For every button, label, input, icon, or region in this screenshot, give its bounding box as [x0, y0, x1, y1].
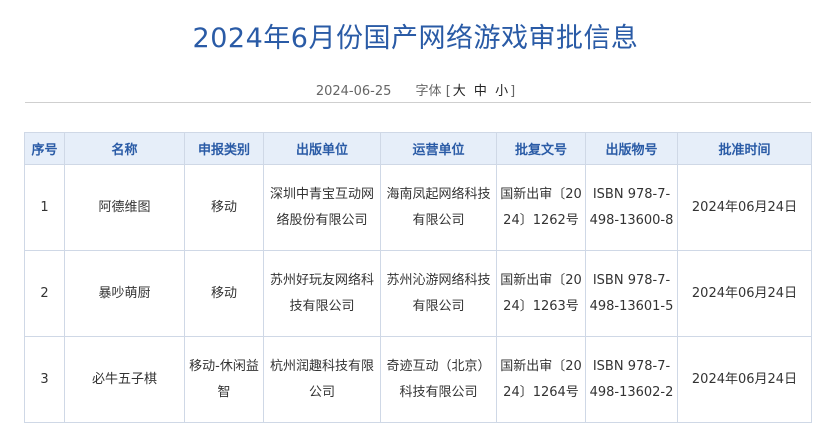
font-size-large-button[interactable]: 大	[451, 84, 468, 99]
header-category: 申报类别	[184, 132, 264, 165]
header-operator: 运营单位	[380, 132, 497, 165]
cell-approval-date: 2024年06月24日	[677, 250, 812, 337]
divider	[25, 102, 811, 103]
cell-name: 暴吵萌厨	[64, 250, 185, 337]
table-row: 1 阿德维图 移动 深圳中青宝互动网络股份有限公司 海南凤起网络科技有限公司 国…	[24, 164, 812, 251]
cell-category: 移动	[184, 164, 264, 251]
header-index: 序号	[24, 132, 65, 165]
cell-approval-number: 国新出审〔2024〕1262号	[496, 164, 586, 251]
cell-publisher: 杭州润趣科技有限公司	[263, 336, 381, 423]
table-header-row: 序号 名称 申报类别 出版单位 运营单位 批复文号 出版物号 批准时间	[24, 132, 812, 165]
page: 2024年6月份国产网络游戏审批信息 2024-06-25 字体 [大 中 小]…	[0, 0, 831, 429]
cell-operator: 奇迹互动（北京）科技有限公司	[380, 336, 497, 423]
approval-table: 序号 名称 申报类别 出版单位 运营单位 批复文号 出版物号 批准时间 1 阿德…	[24, 132, 812, 423]
article-meta: 2024-06-25 字体 [大 中 小]	[0, 80, 831, 99]
font-size-medium-button[interactable]: 中	[472, 84, 489, 99]
cell-operator: 海南凤起网络科技有限公司	[380, 164, 497, 251]
page-title: 2024年6月份国产网络游戏审批信息	[192, 23, 639, 54]
header-publisher: 出版单位	[263, 132, 381, 165]
cell-approval-number: 国新出审〔2024〕1264号	[496, 336, 586, 423]
cell-index: 3	[24, 336, 65, 423]
header-name: 名称	[64, 132, 185, 165]
cell-isbn: ISBN 978-7-498-13600-8	[585, 164, 678, 251]
bracket-close: ]	[510, 84, 516, 99]
cell-publisher: 苏州好玩友网络科技有限公司	[263, 250, 381, 337]
cell-operator: 苏州沁游网络科技有限公司	[380, 250, 497, 337]
table-row: 2 暴吵萌厨 移动 苏州好玩友网络科技有限公司 苏州沁游网络科技有限公司 国新出…	[24, 250, 812, 337]
header-approval-number: 批复文号	[496, 132, 586, 165]
font-size-small-button[interactable]: 小	[493, 84, 510, 99]
cell-isbn: ISBN 978-7-498-13601-5	[585, 250, 678, 337]
cell-index: 2	[24, 250, 65, 337]
cell-approval-date: 2024年06月24日	[677, 336, 812, 423]
cell-category: 移动-休闲益智	[184, 336, 264, 423]
bracket-open: [	[445, 84, 451, 99]
cell-name: 阿德维图	[64, 164, 185, 251]
cell-category: 移动	[184, 250, 264, 337]
cell-name: 必牛五子棋	[64, 336, 185, 423]
cell-approval-date: 2024年06月24日	[677, 164, 812, 251]
header-isbn: 出版物号	[585, 132, 678, 165]
cell-isbn: ISBN 978-7-498-13602-2	[585, 336, 678, 423]
publish-date: 2024-06-25	[315, 84, 392, 99]
cell-publisher: 深圳中青宝互动网络股份有限公司	[263, 164, 381, 251]
font-size-label: 字体	[415, 84, 442, 99]
table-row: 3 必牛五子棋 移动-休闲益智 杭州润趣科技有限公司 奇迹互动（北京）科技有限公…	[24, 336, 812, 423]
cell-approval-number: 国新出审〔2024〕1263号	[496, 250, 586, 337]
cell-index: 1	[24, 164, 65, 251]
header-approval-date: 批准时间	[677, 132, 812, 165]
